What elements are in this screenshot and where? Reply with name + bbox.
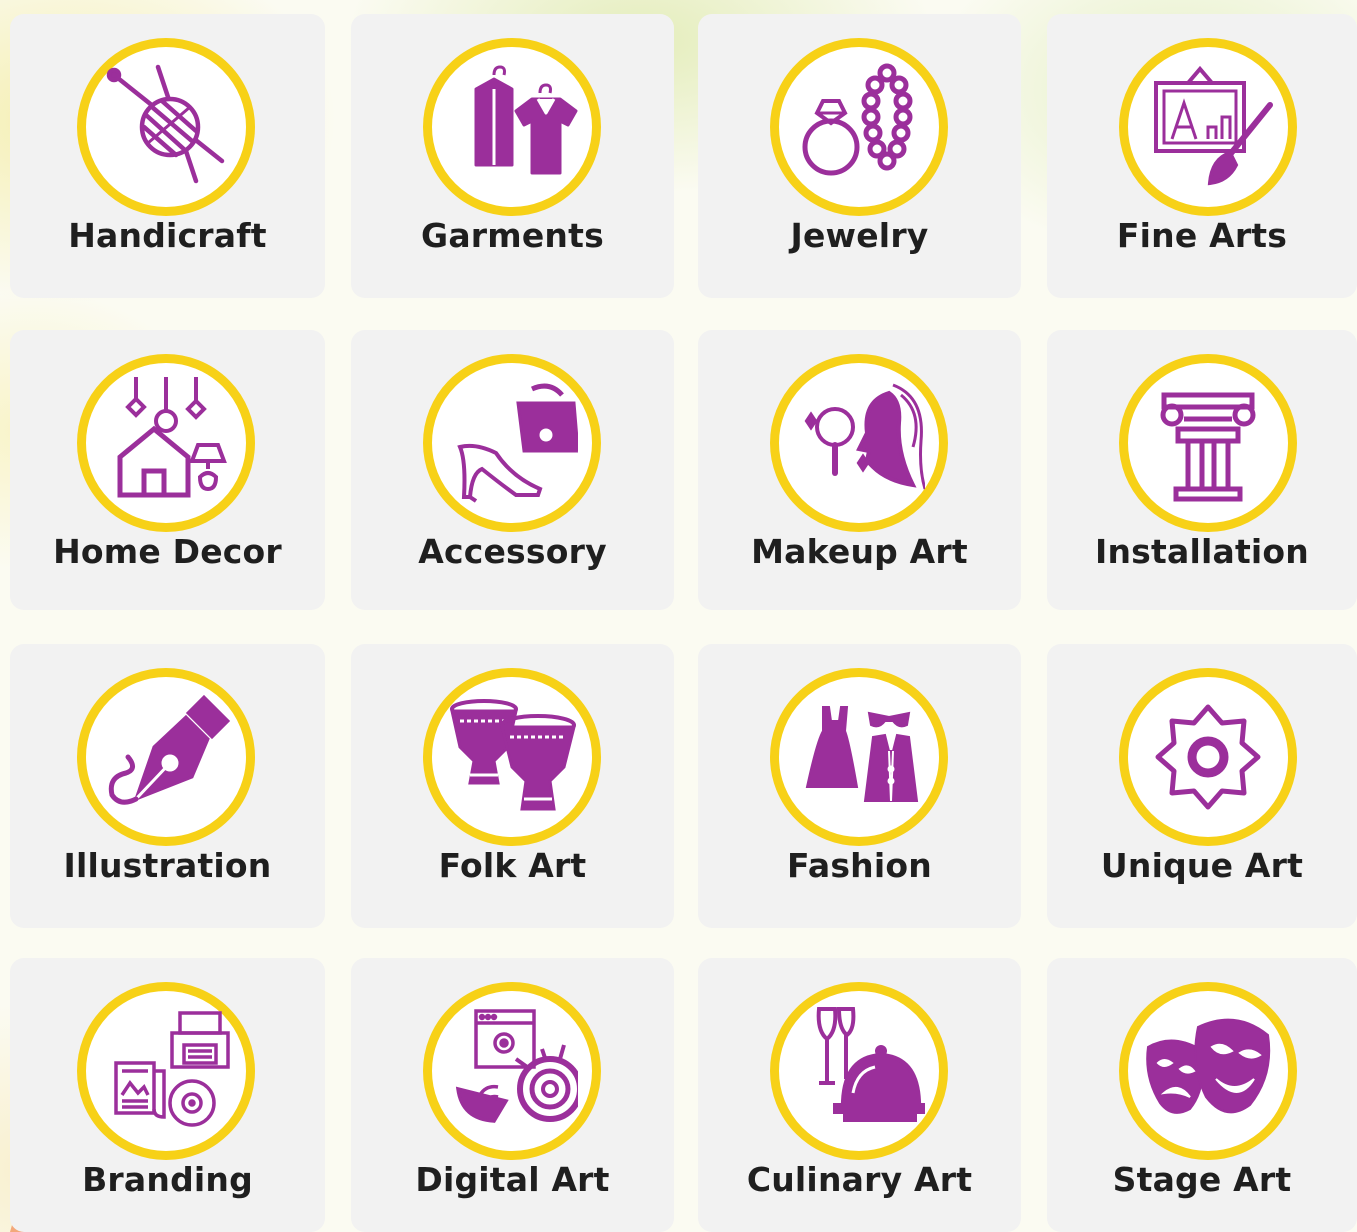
category-label: Makeup Art <box>751 532 968 571</box>
icon-ring <box>770 668 948 846</box>
category-tile-installation[interactable]: Installation <box>1047 330 1357 610</box>
category-tile-culinary-art[interactable]: Culinary Art <box>698 958 1021 1232</box>
icon-ring <box>77 38 255 216</box>
category-tile-digital-art[interactable]: Digital Art <box>351 958 674 1232</box>
category-tile-makeup-art[interactable]: Makeup Art <box>698 330 1021 610</box>
category-label: Digital Art <box>415 1160 610 1199</box>
category-tile-home-decor[interactable]: Home Decor <box>10 330 325 610</box>
category-label: Branding <box>82 1160 253 1199</box>
theater-masks-icon <box>1146 1018 1271 1114</box>
category-label: Jewelry <box>790 216 929 255</box>
category-tile-unique-art[interactable]: Unique Art <box>1047 644 1357 928</box>
icon-ring <box>770 982 948 1160</box>
category-tile-fine-arts[interactable]: Fine Arts <box>1047 14 1357 298</box>
drums-icon <box>450 699 576 811</box>
ring-necklace-icon <box>802 63 913 176</box>
category-label: Home Decor <box>53 532 282 571</box>
painting-brush-icon <box>1154 65 1273 186</box>
dress-suit-icon <box>805 706 919 802</box>
icon-ring <box>77 668 255 846</box>
category-label: Handicraft <box>68 216 267 255</box>
category-tile-stage-art[interactable]: Stage Art <box>1047 958 1357 1232</box>
house-lamps-icon <box>117 377 227 498</box>
icon-ring <box>1119 982 1297 1160</box>
category-tile-handicraft[interactable]: Handicraft <box>10 14 325 298</box>
category-label: Illustration <box>63 846 272 885</box>
category-tile-branding[interactable]: Branding <box>10 958 325 1232</box>
category-label: Accessory <box>418 532 607 571</box>
icon-ring <box>1119 668 1297 846</box>
category-tile-illustration[interactable]: Illustration <box>10 644 325 928</box>
category-label: Folk Art <box>438 846 587 885</box>
icon-ring <box>770 354 948 532</box>
category-label: Garments <box>421 216 604 255</box>
icon-ring <box>423 354 601 532</box>
category-label: Unique Art <box>1100 846 1304 885</box>
handbag-heel-icon <box>457 383 578 503</box>
category-label: Fine Arts <box>1116 216 1288 255</box>
icon-ring <box>77 982 255 1160</box>
category-label: Stage Art <box>1112 1160 1292 1199</box>
icon-ring <box>423 668 601 846</box>
category-tile-garments[interactable]: Garments <box>351 14 674 298</box>
category-tile-jewelry[interactable]: Jewelry <box>698 14 1021 298</box>
mirror-face-icon <box>804 383 925 490</box>
icon-ring <box>770 38 948 216</box>
printer-media-icon <box>114 1011 230 1127</box>
icon-ring <box>423 982 601 1160</box>
category-tile-folk-art[interactable]: Folk Art <box>351 644 674 928</box>
icon-ring <box>77 354 255 532</box>
pen-nib-icon <box>108 694 231 805</box>
category-tile-fashion[interactable]: Fashion <box>698 644 1021 928</box>
category-label: Installation <box>1095 532 1309 571</box>
icon-ring <box>423 38 601 216</box>
category-grid: Handicraft Garments Jewelry Fine Arts Ho… <box>0 0 1357 1232</box>
yarn-needles-icon <box>106 64 225 184</box>
hanging-clothes-icon <box>474 65 578 175</box>
icon-ring <box>1119 38 1297 216</box>
category-tile-accessory[interactable]: Accessory <box>351 330 674 610</box>
icon-ring <box>1119 354 1297 532</box>
category-label: Fashion <box>787 846 932 885</box>
web-design-icon <box>455 1009 578 1123</box>
wine-cloche-icon <box>816 1007 925 1122</box>
column-pillar-icon <box>1160 392 1256 502</box>
category-label: Culinary Art <box>746 1160 973 1199</box>
flower-badge-icon <box>1155 704 1261 810</box>
